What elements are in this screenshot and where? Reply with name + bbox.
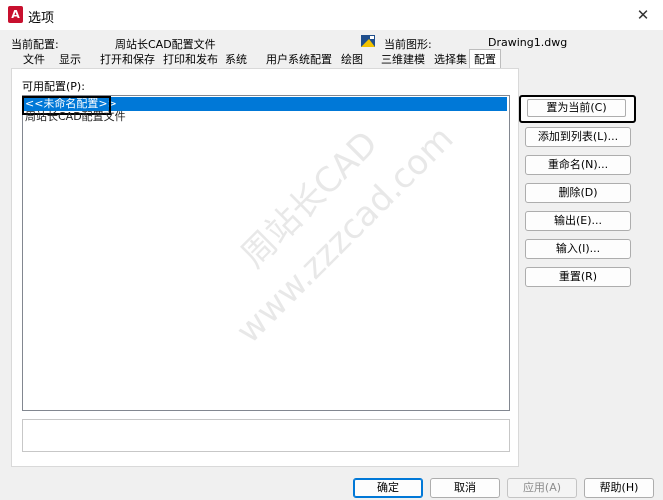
tab-user-preferences[interactable]: 用户系统配置 — [266, 52, 332, 68]
delete-button[interactable]: 删除(D) — [525, 183, 631, 203]
list-item-zhou-profile[interactable]: 周站长CAD配置文件 — [23, 110, 126, 124]
list-item-label: 周站长CAD配置文件 — [25, 110, 126, 123]
profile-description-box — [22, 419, 510, 452]
set-current-button[interactable]: 置为当前(C) — [519, 95, 636, 123]
drawing-icon — [361, 35, 375, 47]
profiles-listbox[interactable]: <<未命名配置>> 周站长CAD配置文件 — [22, 95, 510, 411]
export-button[interactable]: 输出(E)... — [525, 211, 631, 231]
ok-button[interactable]: 确定 — [353, 478, 423, 498]
rename-button[interactable]: 重命名(N)... — [525, 155, 631, 175]
add-to-list-button[interactable]: 添加到列表(L)... — [525, 127, 631, 147]
window-title: 选项 — [28, 11, 55, 26]
help-button[interactable]: 帮助(H) — [584, 478, 654, 498]
tab-drafting[interactable]: 绘图 — [341, 52, 363, 68]
tab-3d-modeling[interactable]: 三维建模 — [381, 52, 425, 68]
reset-button[interactable]: 重置(R) — [525, 267, 631, 287]
available-profiles-label: 可用配置(P): — [22, 80, 85, 93]
tab-profiles[interactable]: 配置 — [469, 49, 501, 69]
close-button[interactable]: ✕ — [623, 0, 663, 30]
import-button[interactable]: 输入(I)... — [525, 239, 631, 259]
tab-display[interactable]: 显示 — [59, 52, 81, 68]
tab-system[interactable]: 系统 — [225, 52, 247, 68]
current-drawing-label: 当前图形: — [384, 38, 432, 51]
close-icon: ✕ — [636, 6, 650, 24]
cancel-button[interactable]: 取消 — [430, 478, 500, 498]
tab-open-save[interactable]: 打开和保存 — [100, 52, 155, 68]
set-current-label: 置为当前(C) — [527, 99, 626, 117]
current-profile-value: 周站长CAD配置文件 — [115, 38, 216, 51]
tab-plot-publish[interactable]: 打印和发布 — [163, 52, 218, 68]
title-bar: A 选项 ✕ — [0, 0, 663, 30]
tab-files[interactable]: 文件 — [23, 52, 45, 68]
autocad-app-icon: A — [8, 6, 23, 23]
list-item-unnamed-profile[interactable]: <<未命名配置>> — [22, 96, 507, 115]
tab-selection[interactable]: 选择集 — [434, 52, 467, 68]
apply-button[interactable]: 应用(A) — [507, 478, 577, 498]
current-profile-label: 当前配置: — [11, 38, 59, 51]
current-drawing-value: Drawing1.dwg — [488, 36, 568, 49]
